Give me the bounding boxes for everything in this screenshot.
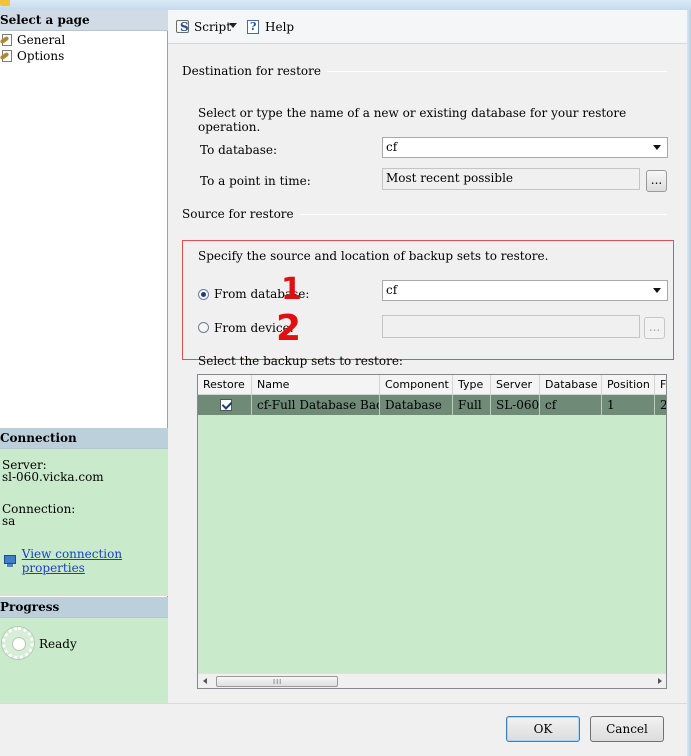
- table-row[interactable]: cf-Full Database Backup Database Full SL…: [198, 395, 666, 415]
- column-header[interactable]: Type: [453, 375, 491, 395]
- toolbar: S Script ? Help: [168, 10, 687, 44]
- app-icon: [0, 0, 10, 6]
- table-cell: 1: [602, 395, 655, 415]
- from-device-radio[interactable]: [198, 322, 209, 333]
- view-connection-properties[interactable]: View connection properties: [2, 547, 168, 575]
- page-item-options[interactable]: Options: [0, 48, 64, 64]
- page-item-general[interactable]: General: [0, 32, 65, 48]
- column-header[interactable]: Restore: [198, 375, 252, 395]
- to-database-label: To database:: [200, 143, 278, 157]
- backup-sets-grid[interactable]: Restore Name Component Type Server Datab…: [197, 374, 667, 689]
- group-divider: [272, 214, 667, 215]
- from-database-value: cf: [386, 283, 398, 297]
- help-book-icon: ?: [245, 19, 262, 35]
- ok-button[interactable]: OK: [506, 716, 580, 742]
- scroll-left-icon[interactable]: [203, 678, 207, 684]
- column-header[interactable]: Name: [252, 375, 380, 395]
- backup-sets-label: Select the backup sets to restore:: [198, 354, 403, 368]
- network-monitor-icon: [2, 554, 18, 568]
- column-header[interactable]: Database: [540, 375, 602, 395]
- right-pane: S Script ? Help Destination for restore …: [168, 10, 687, 703]
- window-border: [687, 10, 691, 756]
- group-divider: [288, 71, 667, 72]
- progress-spinner-icon: [2, 627, 34, 659]
- chevron-down-icon: [653, 145, 661, 150]
- column-header[interactable]: F: [655, 375, 666, 395]
- point-in-time-value: Most recent possible: [386, 171, 514, 185]
- cancel-button[interactable]: Cancel: [590, 716, 664, 742]
- title-bar: [0, 0, 691, 10]
- point-in-time-field: Most recent possible: [382, 168, 640, 190]
- from-device-browse-button[interactable]: ...: [644, 317, 665, 339]
- scroll-thumb[interactable]: III: [216, 676, 338, 687]
- scroll-right-icon[interactable]: [658, 678, 662, 684]
- progress-header: Progress: [0, 597, 168, 618]
- server-value: sl-060.vicka.com: [2, 470, 104, 484]
- scroll-grip: III: [273, 678, 283, 686]
- point-in-time-label: To a point in time:: [200, 174, 311, 188]
- annotation-1: 1: [281, 272, 302, 307]
- grid-header: Restore Name Component Type Server Datab…: [198, 375, 666, 395]
- to-database-combobox[interactable]: cf: [382, 137, 668, 158]
- table-cell: 2: [655, 395, 666, 415]
- table-cell: Full: [453, 395, 491, 415]
- table-cell: SL-060: [491, 395, 540, 415]
- annotation-2: 2: [276, 308, 302, 349]
- from-database-combobox[interactable]: cf: [382, 280, 668, 301]
- script-button[interactable]: S Script: [175, 17, 231, 37]
- from-device-field[interactable]: [382, 315, 640, 338]
- view-connection-properties-link[interactable]: View connection properties: [22, 547, 168, 575]
- page-wrench-icon: [0, 49, 16, 63]
- restore-database-dialog: Select a page General Options Connection…: [0, 0, 691, 756]
- column-header[interactable]: Server: [491, 375, 540, 395]
- script-icon: S: [175, 19, 192, 35]
- connection-header: Connection: [0, 428, 168, 449]
- horizontal-scrollbar[interactable]: III: [198, 673, 666, 688]
- to-database-value: cf: [386, 140, 398, 154]
- table-cell: cf: [540, 395, 602, 415]
- help-label: Help: [265, 20, 295, 34]
- source-group-label: Source for restore: [182, 207, 300, 221]
- point-in-time-browse-button[interactable]: ...: [646, 170, 667, 192]
- destination-group-label: Destination for restore: [182, 64, 327, 78]
- page-item-label: General: [17, 33, 66, 47]
- chevron-down-icon: [653, 288, 661, 293]
- connection-panel: Connection Server: sl-060.vicka.com Conn…: [0, 428, 168, 596]
- script-label: Script: [194, 20, 232, 34]
- dialog-button-bar: OK Cancel: [0, 703, 687, 756]
- from-database-radio[interactable]: [198, 289, 209, 300]
- column-header[interactable]: Position: [602, 375, 655, 395]
- column-header[interactable]: Component: [380, 375, 453, 395]
- select-page-header: Select a page: [0, 10, 168, 31]
- table-cell: cf-Full Database Backup: [252, 395, 380, 415]
- chevron-down-icon[interactable]: [229, 23, 237, 28]
- restore-checkbox[interactable]: [220, 399, 232, 411]
- source-instruction: Specify the source and location of backu…: [198, 249, 549, 263]
- progress-status: Ready: [39, 637, 77, 651]
- table-cell: Database: [380, 395, 453, 415]
- page-item-label: Options: [17, 49, 65, 63]
- page-wrench-icon: [0, 33, 16, 47]
- connection-value: sa: [2, 514, 16, 528]
- left-pane: Select a page General Options Connection…: [0, 10, 168, 713]
- destination-instruction: Select or type the name of a new or exis…: [198, 106, 627, 134]
- help-button[interactable]: ? Help: [245, 17, 294, 37]
- progress-panel: Progress Ready: [0, 597, 168, 713]
- restore-cell[interactable]: [198, 395, 252, 415]
